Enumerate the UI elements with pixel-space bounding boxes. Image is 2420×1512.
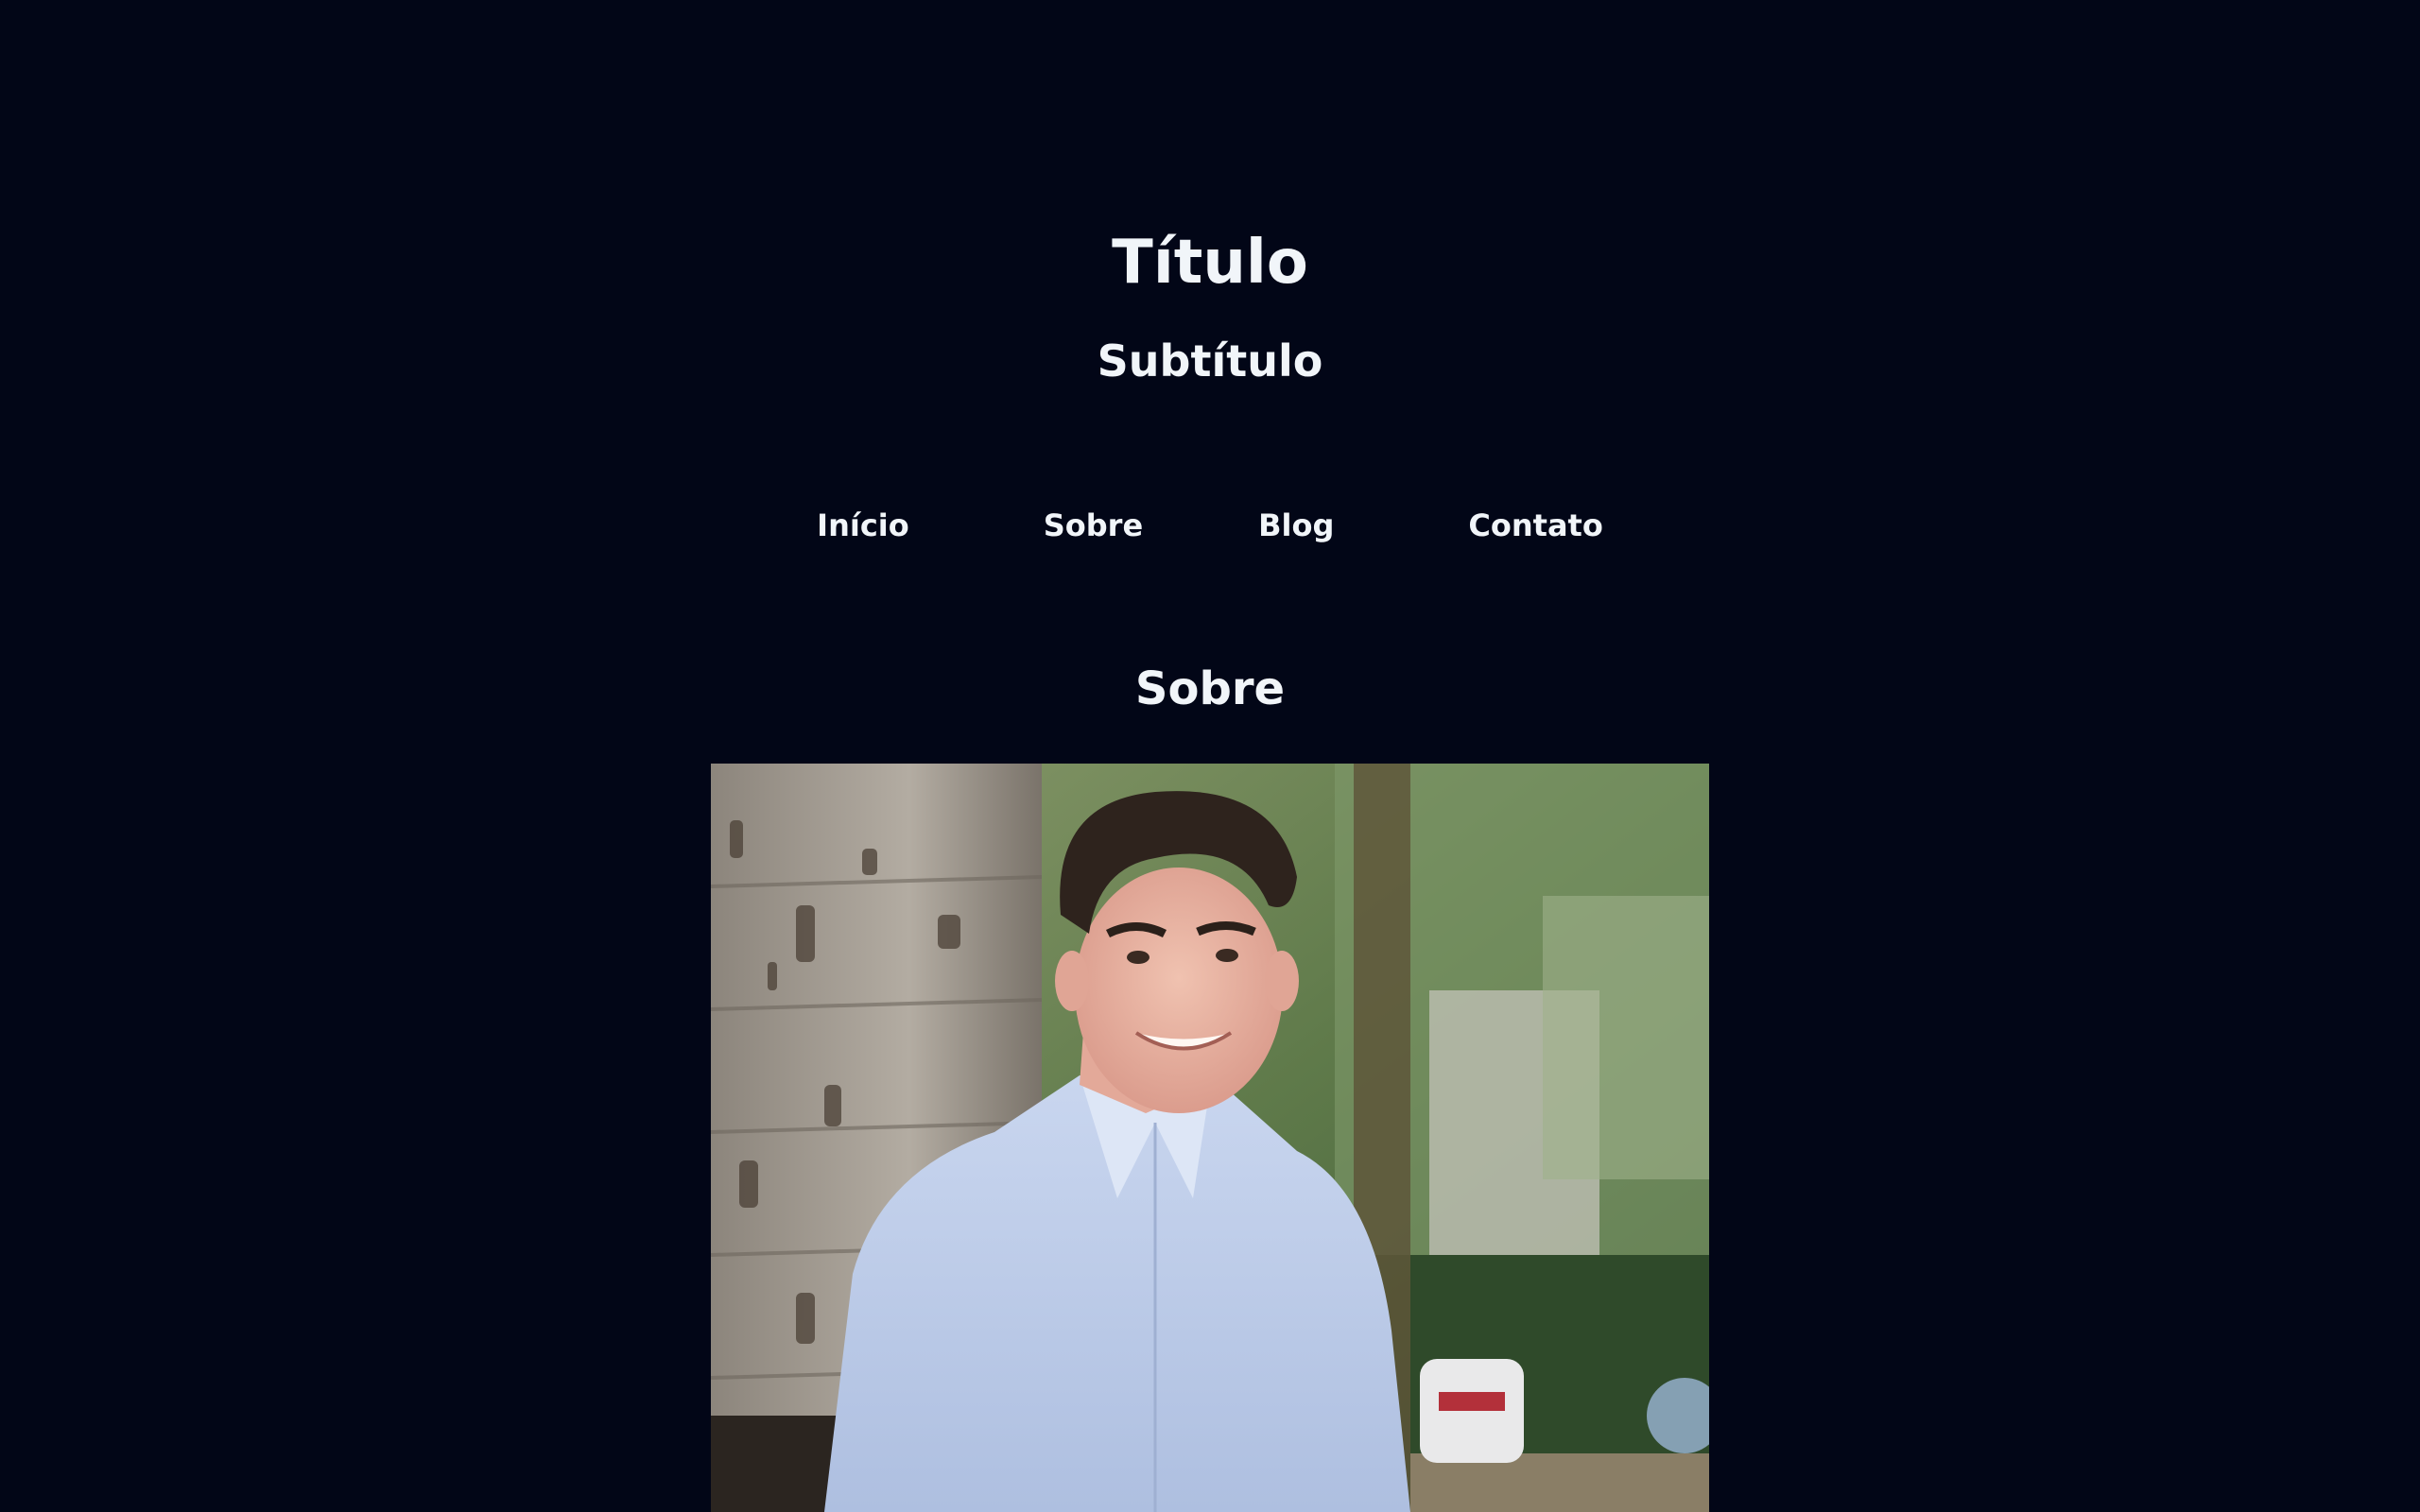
nav-link-contato[interactable]: Contato	[1468, 501, 1602, 550]
page-subtitle: Subtítulo	[1097, 335, 1323, 387]
profile-photo	[711, 764, 1709, 1512]
page: Título Subtítulo Início Sobre Blog Conta…	[0, 0, 2420, 1512]
main-nav: Início Sobre Blog Contato	[0, 501, 2420, 550]
nav-link-blog[interactable]: Blog	[1258, 501, 1334, 550]
about-heading: Sobre	[1134, 662, 1286, 715]
nav-link-inicio[interactable]: Início	[817, 501, 909, 550]
page-title: Título	[1112, 228, 1308, 298]
nav-link-sobre[interactable]: Sobre	[1044, 501, 1143, 550]
